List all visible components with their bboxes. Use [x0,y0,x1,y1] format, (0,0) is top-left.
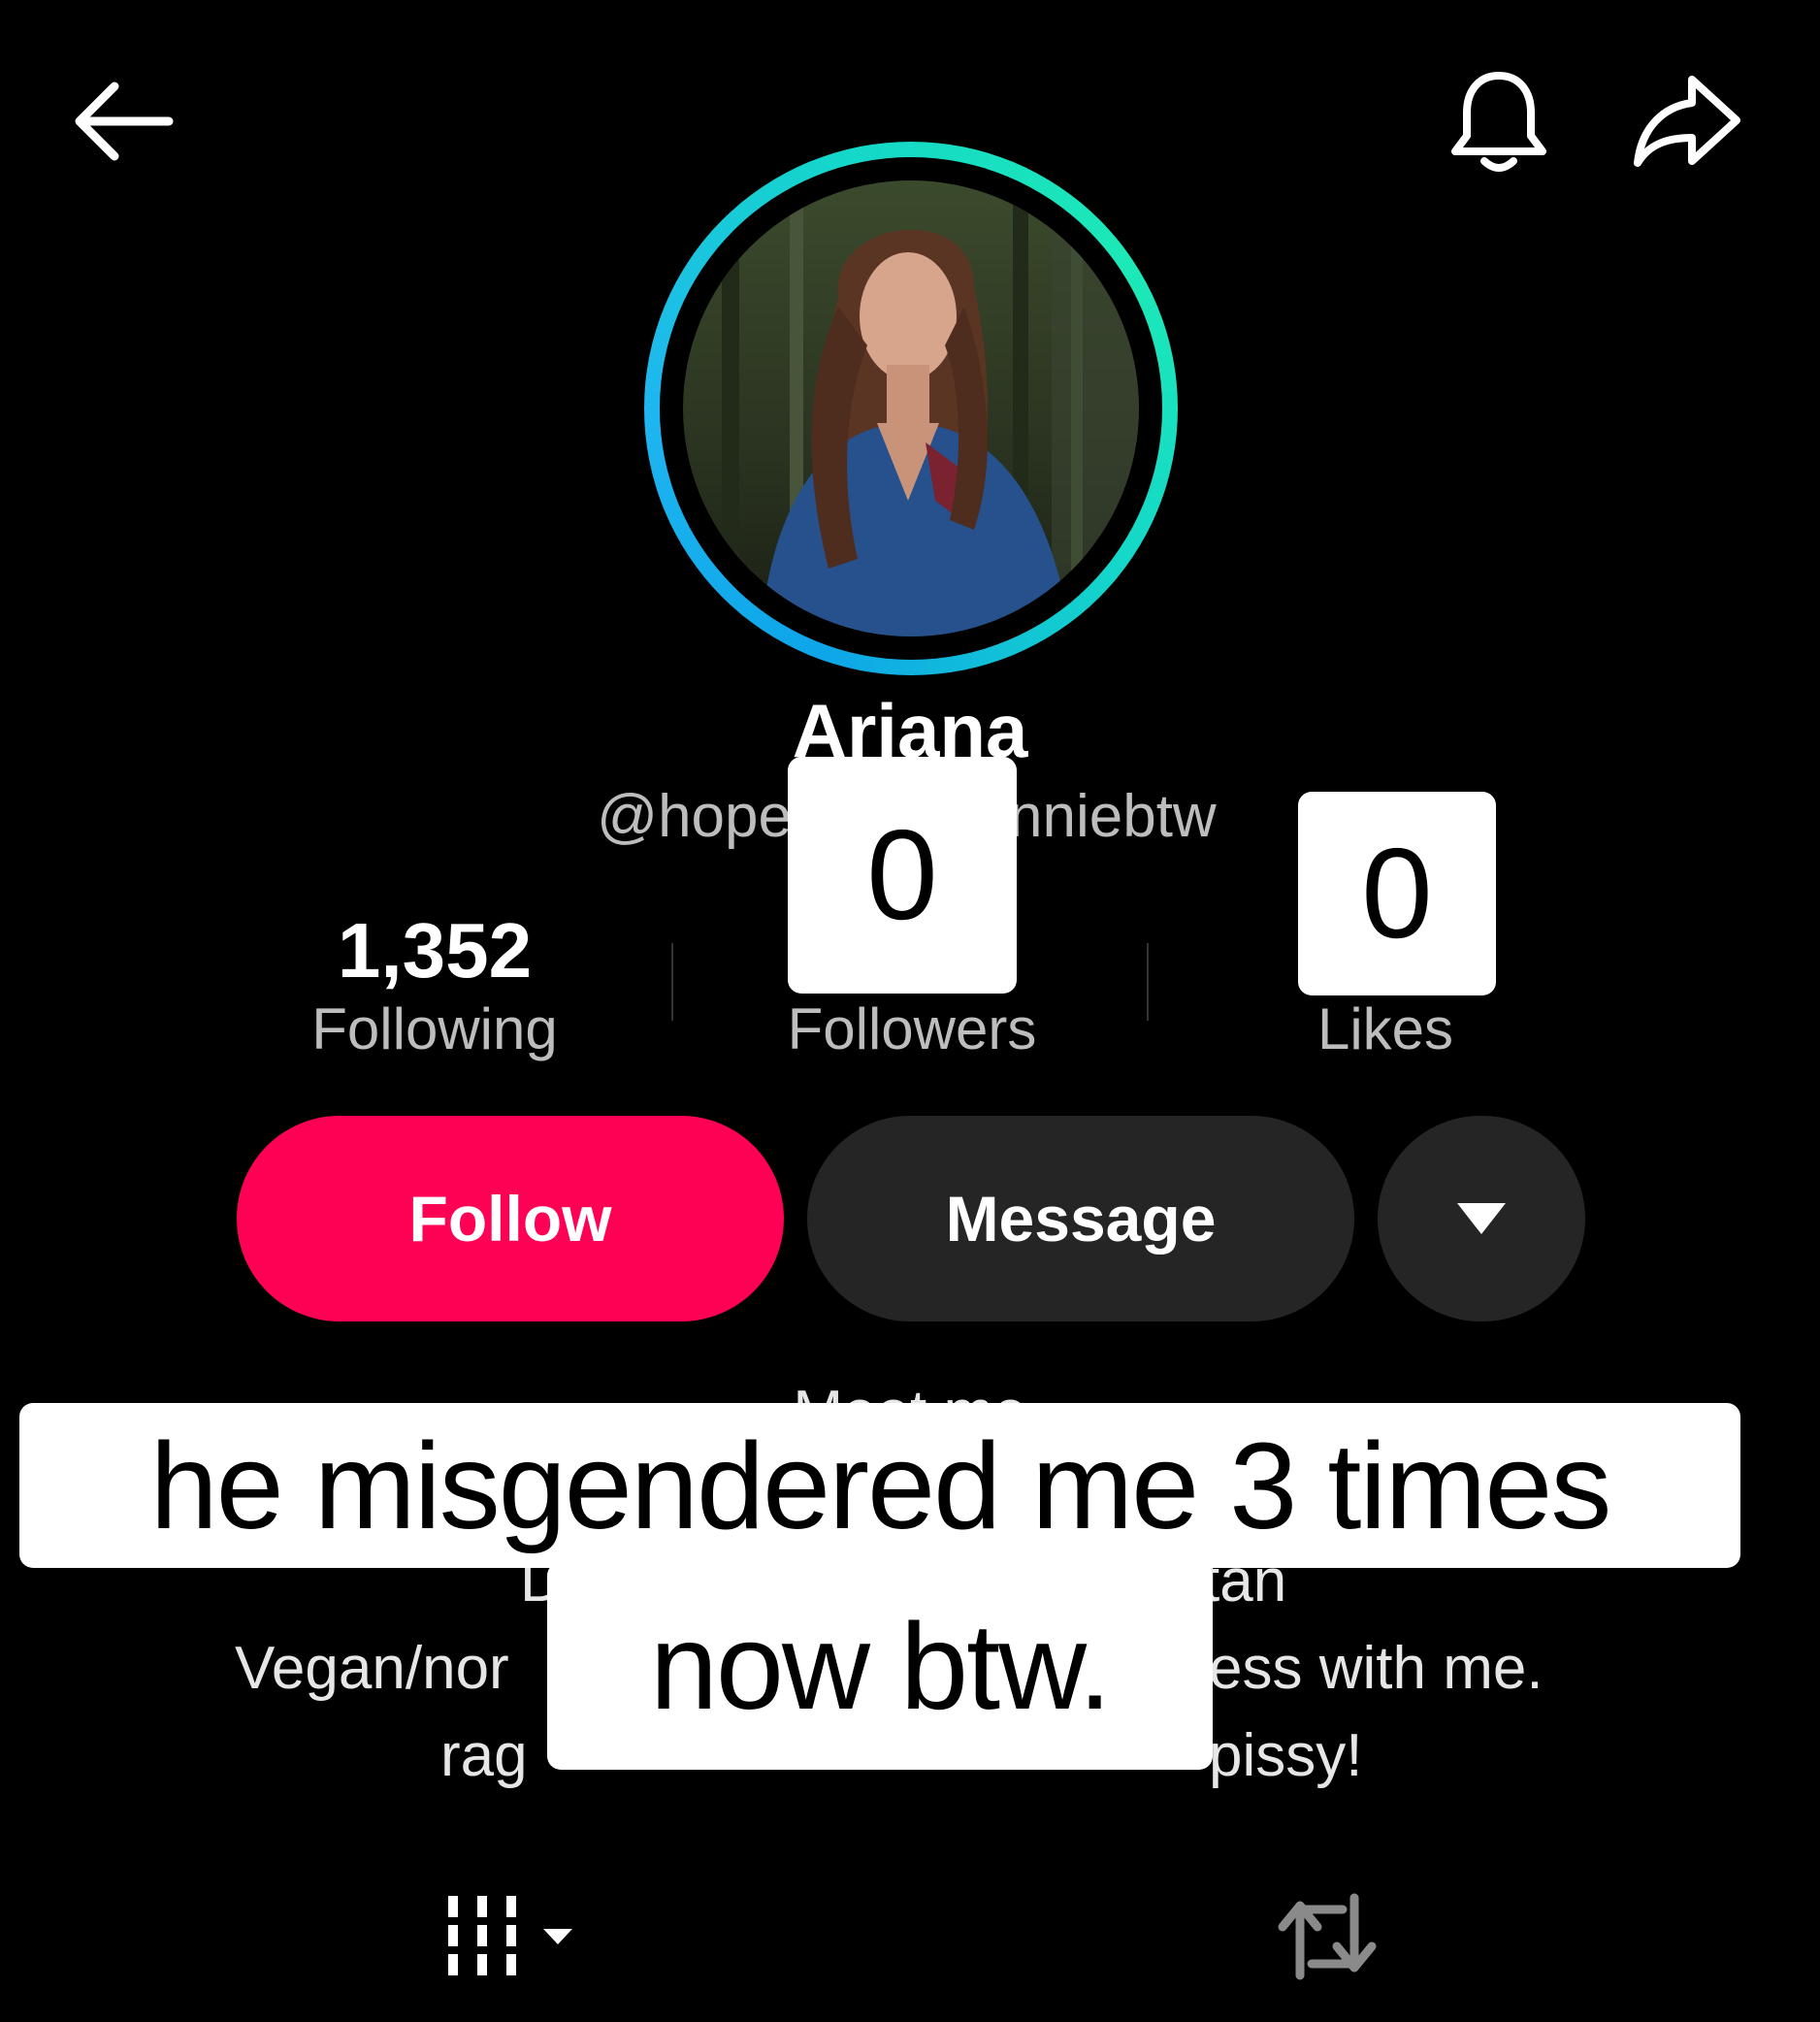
arrow-left-icon [75,82,174,161]
follow-button[interactable]: Follow [237,1116,784,1321]
share-button[interactable] [1630,70,1744,175]
videos-tab[interactable] [442,1892,578,1979]
following-count: 1,352 [337,907,533,994]
notifications-button[interactable] [1447,68,1550,177]
reposts-tab[interactable] [1275,1892,1380,1981]
avatar-photo [683,180,1139,636]
stats-divider-2 [1147,943,1149,1021]
message-button[interactable]: Message [807,1116,1354,1321]
share-arrow-icon [1634,76,1740,167]
avatar[interactable] [683,180,1139,636]
more-options-button[interactable] [1378,1116,1585,1321]
bio-line-2-right: ess with me. [1209,1635,1544,1702]
repost-icon [1278,1893,1377,1980]
followers-zero-sticker: 0 [788,757,1017,994]
caption-line-1: he misgendered me 3 times [19,1403,1740,1568]
likes-zero-sticker: 0 [1298,792,1496,995]
bio-line-3-right: pissy! [1209,1722,1363,1789]
stats-divider-1 [671,943,673,1021]
grid-columns-icon [448,1896,572,1975]
bio-line-2-left: Vegan/nor [235,1635,509,1702]
bell-icon [1451,72,1546,172]
handle-left: @hope [597,783,792,850]
followers-label[interactable]: Followers [718,995,1106,1062]
bio-line-3-left: rag [440,1722,528,1789]
caret-down-icon [1457,1203,1506,1234]
back-button[interactable] [68,78,177,165]
caption-line-2: now btw. [547,1562,1213,1770]
following-label[interactable]: Following [241,995,629,1062]
likes-label: Likes [1316,996,1454,1061]
handle-right: nniebtw [1009,783,1217,850]
